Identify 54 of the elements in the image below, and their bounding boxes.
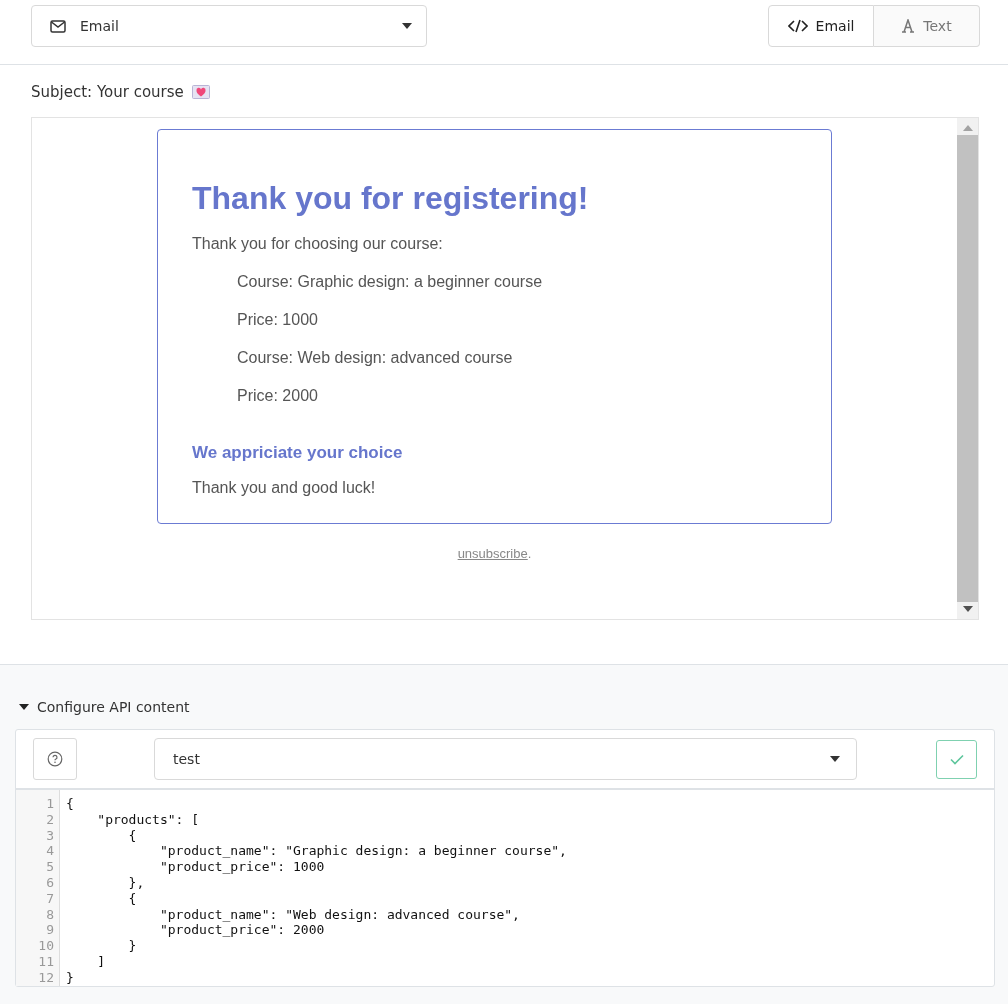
scrollbar[interactable] [957,118,978,619]
caret-icon [402,23,412,29]
line-number: 7 [45,890,54,907]
check-icon [949,753,964,765]
code-icon [787,19,808,33]
subject-text: Subject: Your course [31,83,184,101]
scroll-up-icon[interactable] [962,125,973,131]
api-dropdown[interactable]: test [154,738,857,780]
email-closing: Thank you and good luck! [192,479,377,497]
line-number: 8 [45,906,54,923]
line-number: 12 [37,969,54,986]
code-line: "products": [ [96,811,201,828]
code-line: { [127,827,138,844]
footer-text: unsubscribe. [457,546,532,561]
line-number: 4 [45,843,54,860]
email-heading: Thank you for registering! [192,180,590,217]
caret-icon [830,756,840,762]
confirm-button[interactable] [936,739,977,779]
code-line: } [127,938,138,954]
help-icon [47,751,63,767]
line-number: 5 [45,859,54,875]
code-line: { [66,796,75,812]
unsubscribe-link[interactable]: unsubscribe [457,546,528,561]
code-line: }, [127,875,146,891]
view-toggle-button[interactable]: Email [768,5,874,47]
mail-icon [50,19,66,33]
email-item: Price: 1000 [237,311,319,329]
line-number: 11 [37,953,54,970]
font-icon [901,19,916,33]
code-line: } [66,969,75,986]
code-line: "product_name": "Graphic design: a beginner course", [158,843,568,860]
code-line: ] [96,953,107,970]
line-number: 6 [45,875,54,891]
line-number: 2 [45,811,54,828]
email-item: Price: 2000 [237,387,319,405]
email-subheading: We appriciate your choice [192,443,404,463]
code-line: { [127,890,138,907]
code-line: "product_price": 2000 [158,922,326,939]
section-toggle[interactable]: Configure API content [15,699,190,715]
scroll-down-icon[interactable] [962,606,973,612]
email-intro: Thank you for choosing our course: [192,235,444,253]
caret-icon [19,704,29,710]
code-line: "product_price": 1000 [158,859,326,875]
line-number: 1 [45,796,54,812]
love-letter-icon [191,85,210,99]
line-number: 9 [45,922,54,939]
email-item: Course: Web design: advanced course [237,349,514,367]
code-line: "product_name": "Web design: advanced course", [158,906,521,923]
format-dropdown[interactable]: Email [31,5,427,47]
line-number: 3 [45,827,54,844]
help-button[interactable] [33,738,77,780]
view-toggle-button[interactable]: Text [874,5,980,47]
line-number: 10 [37,938,54,954]
email-item: Course: Graphic design: a beginner course [237,273,544,291]
